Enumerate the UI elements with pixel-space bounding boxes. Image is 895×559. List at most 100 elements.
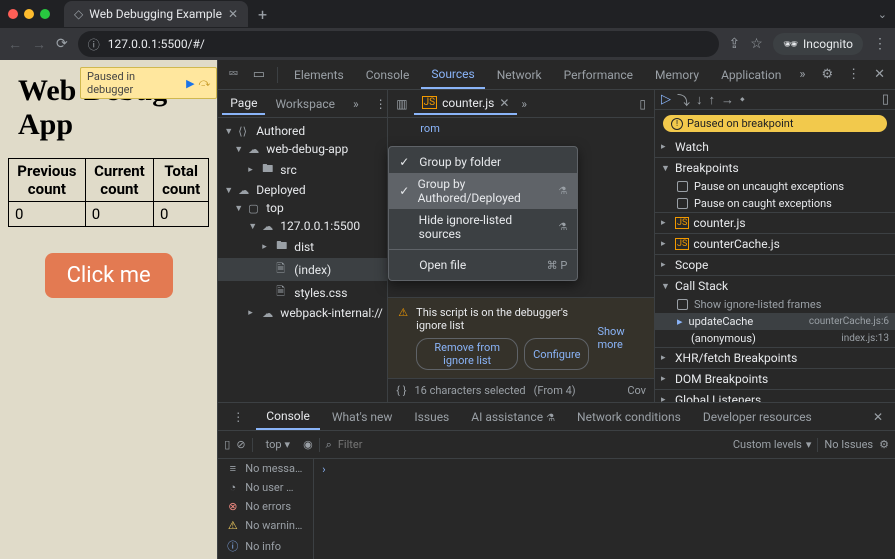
maximize-window-icon[interactable]: [40, 9, 50, 19]
close-tab-icon[interactable]: ✕: [228, 7, 238, 21]
coverage-label[interactable]: Cov: [627, 384, 646, 397]
bp-cache[interactable]: ▸JScounterCache.js: [655, 234, 895, 254]
section-watch[interactable]: ▸Watch: [655, 137, 895, 157]
section-breakpoints[interactable]: ▼Breakpoints: [655, 158, 895, 178]
configure-ignore-button[interactable]: Configure: [524, 338, 589, 370]
tree-styles[interactable]: 🗎styles.css: [218, 281, 387, 304]
menu-hide-ignore-listed[interactable]: Hide ignore-listed sources⚗: [389, 209, 577, 245]
drawer-tab-dev-resources[interactable]: Developer resources: [693, 405, 822, 429]
section-scope[interactable]: ▸Scope: [655, 255, 895, 275]
console-sidebar-toggle-icon[interactable]: ▯: [224, 438, 230, 451]
tab-memory[interactable]: Memory: [645, 62, 709, 88]
tree-dist[interactable]: ▸🖿dist: [218, 235, 387, 258]
nav-tab-workspace[interactable]: Workspace: [267, 94, 343, 114]
incognito-badge[interactable]: 🕶 Incognito: [773, 33, 863, 55]
drawer-tab-console[interactable]: Console: [256, 404, 320, 430]
click-me-button[interactable]: Click me: [45, 253, 173, 298]
close-devtools-icon[interactable]: ✕: [868, 63, 891, 86]
step-icon[interactable]: ⤼: [199, 76, 211, 90]
resume-button-icon[interactable]: ▷: [661, 92, 671, 107]
tab-sources[interactable]: Sources: [421, 61, 484, 89]
tree-top[interactable]: ▼▢top: [218, 199, 387, 217]
url-input[interactable]: ⓘ 127.0.0.1:5500/#/: [78, 31, 719, 57]
close-file-icon[interactable]: ✕: [499, 96, 509, 110]
step-over-icon[interactable]: ⤵: [677, 90, 690, 109]
close-window-icon[interactable]: [8, 9, 18, 19]
inspect-icon[interactable]: ⮹: [222, 63, 244, 86]
nav-tab-page[interactable]: Page: [222, 93, 265, 115]
step-into-icon[interactable]: ↓: [696, 92, 703, 108]
menu-group-by-authored[interactable]: ✓Group by Authored/Deployed⚗: [389, 173, 577, 209]
log-levels-selector[interactable]: Custom levels ▾: [733, 438, 811, 451]
step-icon[interactable]: →: [721, 92, 734, 108]
menu-open-file[interactable]: Open file⌘ P: [389, 254, 577, 276]
step-out-icon[interactable]: ↑: [709, 92, 716, 108]
live-expression-icon[interactable]: ◉: [303, 438, 313, 451]
pause-caught-checkbox[interactable]: Pause on caught exceptions: [655, 195, 895, 212]
show-ignored-frames-checkbox[interactable]: Show ignore-listed frames: [655, 296, 895, 313]
no-issues-label[interactable]: No Issues: [824, 438, 873, 451]
tree-webpack[interactable]: ▸☁webpack-internal://: [218, 304, 387, 322]
tab-application[interactable]: Application: [711, 62, 791, 88]
drawer-tab-network-conditions[interactable]: Network conditions: [567, 405, 691, 429]
close-drawer-icon[interactable]: ✕: [865, 410, 891, 424]
console-settings-icon[interactable]: ⚙: [879, 438, 889, 451]
tab-network[interactable]: Network: [487, 62, 552, 88]
tabs-menu-icon[interactable]: ⌄: [878, 8, 887, 21]
pause-uncaught-checkbox[interactable]: Pause on uncaught exceptions: [655, 178, 895, 195]
tree-src[interactable]: ▸🖿src: [218, 158, 387, 181]
menu-group-by-folder[interactable]: ✓Group by folder: [389, 151, 577, 173]
console-filter-input[interactable]: [338, 438, 727, 451]
minimize-window-icon[interactable]: [24, 9, 34, 19]
tab-elements[interactable]: Elements: [284, 62, 354, 88]
more-tabs-icon[interactable]: »: [793, 63, 811, 86]
toggle-navigator-icon[interactable]: ▥: [392, 97, 411, 111]
toggle-debugger-icon[interactable]: ▯: [635, 97, 650, 111]
browser-tab[interactable]: ◇ Web Debugging Example ✕: [64, 1, 248, 27]
frame-update-cache[interactable]: ▸updateCachecounterCache.js:6: [655, 313, 895, 330]
clear-console-icon[interactable]: ⊘: [236, 438, 245, 451]
drawer-tab-ai[interactable]: AI assistance ⚗: [461, 405, 565, 429]
site-info-icon[interactable]: ⓘ: [88, 36, 100, 53]
code-editor[interactable]: 9 rom tCou = cou revio ✓Group by folder …: [388, 118, 654, 297]
drawer-tab-issues[interactable]: Issues: [404, 405, 459, 429]
debugger-menu-icon[interactable]: ▯: [882, 92, 889, 107]
section-dom[interactable]: ▸DOM Breakpoints: [655, 369, 895, 389]
context-selector[interactable]: top ▾: [259, 435, 297, 454]
device-toolbar-icon[interactable]: ▭: [247, 63, 271, 86]
tab-performance[interactable]: Performance: [554, 62, 643, 88]
tree-host[interactable]: ▼☁127.0.0.1:5500: [218, 217, 387, 235]
tree-deployed[interactable]: ▼☁Deployed: [218, 181, 387, 199]
msg-user[interactable]: ◔No user …: [218, 478, 313, 497]
section-xhr[interactable]: ▸XHR/fetch Breakpoints: [655, 348, 895, 368]
pretty-print-icon[interactable]: { }: [396, 384, 406, 397]
section-call-stack[interactable]: ▼Call Stack: [655, 276, 895, 296]
new-tab-button[interactable]: +: [252, 5, 273, 24]
tab-console[interactable]: Console: [356, 62, 420, 88]
frame-anonymous[interactable]: (anonymous)index.js:13: [655, 330, 895, 347]
drawer-menu-icon[interactable]: ⋮: [222, 405, 254, 429]
back-icon[interactable]: ←: [8, 36, 22, 53]
devtools-menu-icon[interactable]: ⋮: [841, 63, 866, 86]
bookmark-icon[interactable]: ☆: [750, 36, 763, 52]
tree-authored[interactable]: ▼⟨⟩Authored: [218, 122, 387, 140]
msg-warnings[interactable]: ⚠No warnin…: [218, 516, 313, 535]
nav-more-icon[interactable]: »: [345, 94, 367, 114]
msg-errors[interactable]: ⊗No errors: [218, 497, 313, 516]
tree-web-debug-app[interactable]: ▼☁web-debug-app: [218, 140, 387, 158]
drawer-tab-whatsnew[interactable]: What's new: [322, 405, 403, 429]
remove-from-ignore-button[interactable]: Remove from ignore list: [416, 338, 518, 370]
share-icon[interactable]: ⇪: [729, 36, 741, 52]
deactivate-breakpoints-icon[interactable]: ⬩: [740, 92, 745, 107]
show-more-link[interactable]: Show more: [597, 325, 644, 351]
settings-icon[interactable]: ⚙: [815, 63, 839, 86]
tree-index[interactable]: 🗎(index): [218, 258, 387, 281]
resume-icon[interactable]: ▶: [186, 77, 194, 90]
editor-more-tabs-icon[interactable]: »: [521, 97, 527, 111]
msg-info[interactable]: ⓘNo info: [218, 535, 313, 557]
msg-all[interactable]: ≡No messa…: [218, 459, 313, 478]
editor-tab-counter[interactable]: JS counter.js ✕: [414, 93, 518, 115]
bp-counter[interactable]: ▸JScounter.js: [655, 213, 895, 233]
reload-icon[interactable]: ⟳: [56, 36, 68, 52]
browser-menu-icon[interactable]: ⋮: [873, 36, 887, 52]
